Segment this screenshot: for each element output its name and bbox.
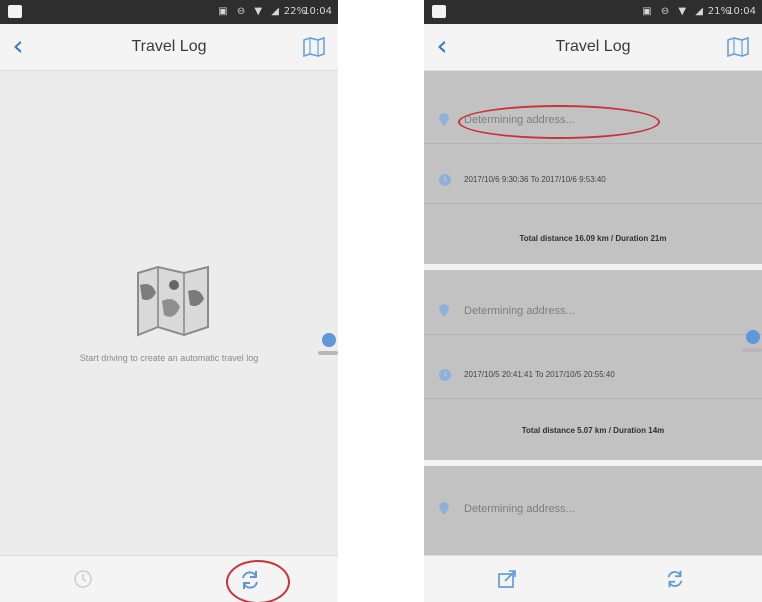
empty-message: Start driving to create an automatic tra… (79, 353, 259, 363)
share-icon[interactable] (496, 568, 518, 590)
trip-address-row: Determining address... (424, 290, 762, 335)
trip-card[interactable]: Determining address... 2017/10/6 9:30:36… (424, 71, 762, 264)
clock-icon (439, 174, 451, 186)
status-icons: ▣ ⊖ ▼ ◢ (642, 6, 706, 17)
status-bar: ▣ ⊖ ▼ ◢ 22% 10:04 (0, 0, 338, 24)
bottom-toolbar (424, 555, 762, 602)
page-title: Travel Log (555, 38, 631, 55)
trip-time-row: 2017/10/6 9:30:36 To 2017/10/6 9:53:40 (424, 159, 762, 204)
location-pin-icon (439, 113, 449, 126)
map-view-button[interactable] (302, 36, 326, 58)
travel-map-icon (137, 265, 209, 337)
trip-summary-row: Total distance 16.09 km / Duration 21m (424, 218, 762, 262)
trip-time-row: 2017/10/5 20:41:41 To 2017/10/5 20:55:40 (424, 354, 762, 399)
floating-assist-dot[interactable] (322, 333, 336, 347)
trip-list: Determining address... 2017/10/6 9:30:36… (424, 71, 762, 556)
right-phone-screen: ▣ ⊖ ▼ ◢ 21% 10:04 ‹ Travel Log Determini… (424, 0, 762, 602)
title-bar: ‹ Travel Log (0, 24, 338, 71)
status-bar: ▣ ⊖ ▼ ◢ 21% 10:04 (424, 0, 762, 24)
notification-icon (432, 5, 446, 18)
floating-assist-label (742, 348, 762, 352)
trip-address: Determining address... (464, 503, 575, 515)
trip-time-range: 2017/10/5 20:41:41 To 2017/10/5 20:55:40 (464, 370, 615, 379)
trip-address: Determining address... (464, 305, 575, 317)
title-bar: ‹ Travel Log (424, 24, 762, 71)
trip-card[interactable]: Determining address... 2017/10/5 20:41:4… (424, 270, 762, 460)
clock-history-icon[interactable] (72, 568, 94, 590)
map-view-button[interactable] (726, 36, 750, 58)
trip-address-row: Determining address... (424, 488, 762, 532)
status-icons: ▣ ⊖ ▼ ◢ (218, 6, 282, 17)
trip-summary: Total distance 16.09 km / Duration 21m (519, 234, 667, 243)
highlight-ellipse (458, 105, 660, 139)
page-title: Travel Log (131, 38, 207, 55)
folded-map-icon (303, 36, 325, 58)
clock-icon (439, 369, 451, 381)
location-pin-icon (439, 304, 449, 317)
refresh-icon[interactable] (664, 568, 686, 590)
floating-assist-dot[interactable] (746, 330, 760, 344)
trip-summary-row: Total distance 5.07 km / Duration 14m (424, 410, 762, 454)
status-time: 10:04 (727, 6, 756, 17)
folded-map-icon (727, 36, 749, 58)
notification-icon (8, 5, 22, 18)
trip-card[interactable]: Determining address... (424, 466, 762, 556)
floating-assist-label (318, 351, 338, 355)
left-phone-screen: ▣ ⊖ ▼ ◢ 22% 10:04 ‹ Travel Log Start dri… (0, 0, 338, 602)
trip-summary: Total distance 5.07 km / Duration 14m (521, 426, 665, 435)
trip-time-range: 2017/10/6 9:30:36 To 2017/10/6 9:53:40 (464, 175, 606, 184)
highlight-ellipse (226, 560, 290, 602)
bottom-toolbar (0, 555, 338, 602)
location-pin-icon (439, 502, 449, 515)
status-time: 10:04 (303, 6, 332, 17)
empty-state: Start driving to create an automatic tra… (0, 71, 338, 556)
